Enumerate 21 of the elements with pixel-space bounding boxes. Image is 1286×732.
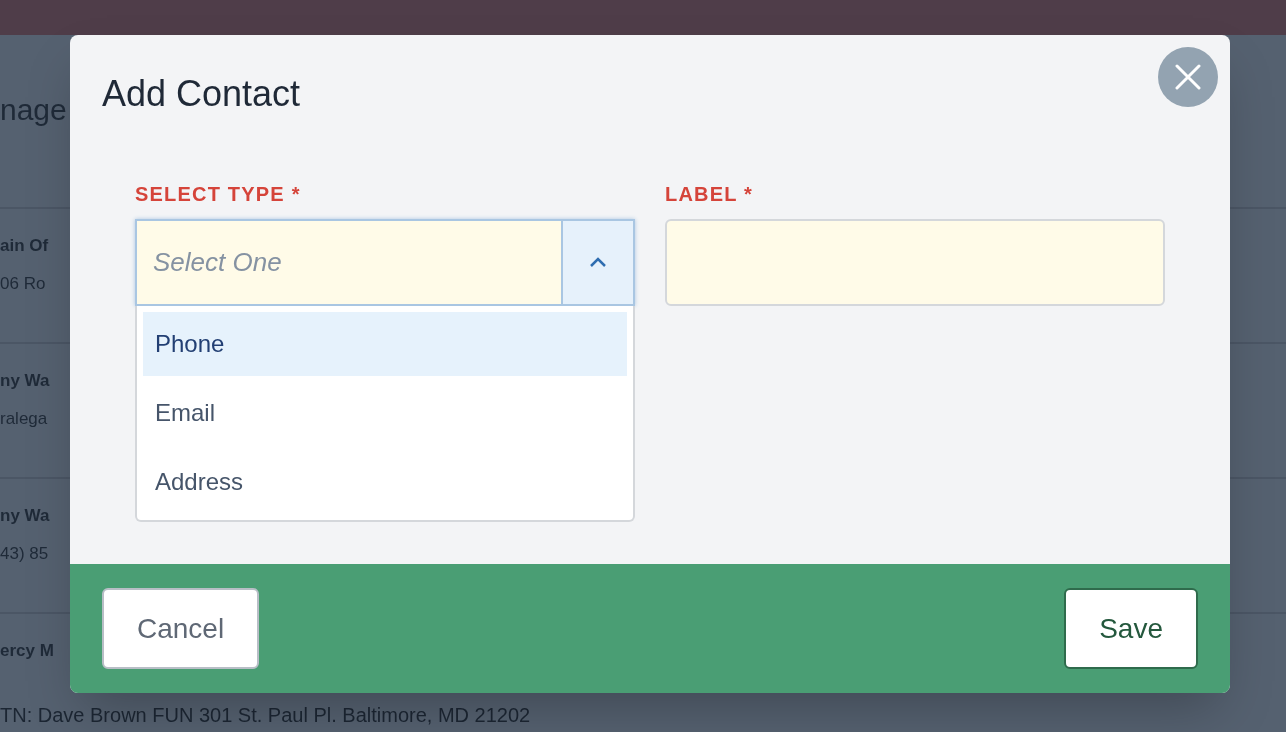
field-label: LABEL * <box>665 182 755 207</box>
dropdown-option[interactable]: Phone <box>143 312 627 376</box>
close-button[interactable] <box>1158 47 1218 107</box>
contact-name: ny Wa <box>0 370 50 392</box>
select-placeholder: Select One <box>152 246 283 279</box>
dropdown-option[interactable]: Address <box>143 450 627 514</box>
close-icon <box>1175 64 1201 90</box>
page-heading: nage <box>0 92 67 128</box>
contact-detail: 43) 85 <box>0 543 49 565</box>
cancel-button[interactable]: Cancel <box>102 588 260 669</box>
chevron-up-icon <box>589 257 607 268</box>
contact-detail: TN: Dave Brown FUN 301 St. Paul Pl. Baltimore, MD 21202 <box>0 703 531 728</box>
contact-name: ain Of <box>0 235 49 257</box>
save-button[interactable]: Save <box>1064 588 1198 669</box>
input-field[interactable] <box>665 219 1165 306</box>
contact-detail: ralega <box>0 408 48 430</box>
contact-name: ny Wa <box>0 505 50 527</box>
contact-detail: 06 Ro <box>0 273 46 295</box>
field-label: SELECT TYPE * <box>135 182 302 207</box>
dialog-title: Add Contact <box>102 72 301 116</box>
dropdown-option[interactable]: Email <box>143 381 627 445</box>
